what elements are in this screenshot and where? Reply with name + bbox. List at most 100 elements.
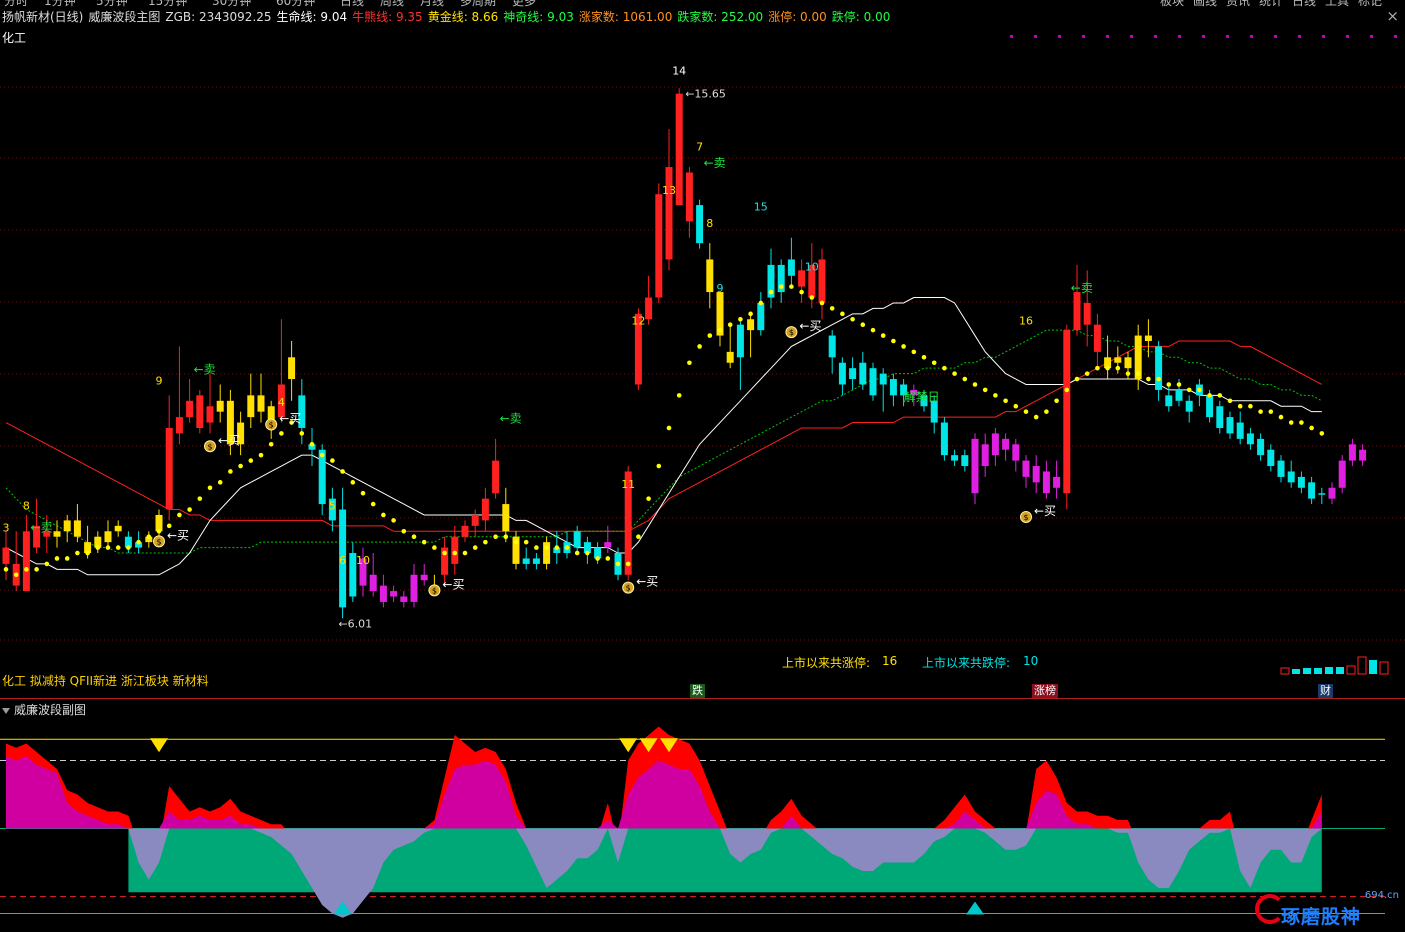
sell-signal: ←卖 — [194, 363, 216, 377]
main-price-chart[interactable]: 14389456 10111213789151016←15.65←6.01←卖←卖… — [0, 0, 1405, 700]
candle-body — [889, 379, 897, 396]
event-flag[interactable]: 财 — [1318, 684, 1333, 698]
sar-dot — [217, 480, 223, 485]
candle-body — [1114, 357, 1122, 363]
sar-dot — [493, 534, 498, 540]
candle-body — [1002, 438, 1010, 450]
sar-dot — [748, 311, 753, 317]
sar-dot — [931, 360, 937, 366]
event-flag[interactable]: 涨榜 — [1032, 684, 1058, 698]
candle-body — [175, 417, 183, 434]
buy-signal: ←买 — [799, 319, 821, 333]
marker-dot — [1010, 35, 1013, 38]
candle-body — [471, 514, 479, 526]
candle-body — [1012, 444, 1020, 461]
candle-body — [930, 400, 938, 423]
sar-dot — [554, 545, 560, 550]
candle-body — [1267, 449, 1275, 467]
candle-body — [675, 93, 683, 206]
candle-body — [73, 520, 81, 537]
sar-dot — [656, 463, 662, 469]
marker-dot — [1202, 35, 1205, 38]
sar-dot — [1054, 398, 1059, 404]
sar-dot — [1278, 414, 1284, 420]
wave-counter: 4 — [278, 396, 285, 409]
candle-body — [420, 574, 428, 581]
candle-body — [1185, 400, 1193, 412]
sar-dot — [24, 567, 29, 572]
sar-dot — [1268, 409, 1274, 414]
candle-body — [257, 395, 265, 412]
sar-dot — [972, 382, 978, 387]
sar-dot — [472, 545, 478, 550]
marker-dot — [1346, 35, 1349, 38]
sar-dot — [54, 556, 60, 561]
sar-dot — [809, 295, 815, 300]
sell-signal: ←卖 — [704, 156, 726, 170]
sar-dot — [829, 306, 835, 311]
sar-dot — [1023, 409, 1029, 414]
money-bag-glyph: $ — [432, 586, 437, 595]
candle-body — [1053, 476, 1061, 488]
candle-body — [655, 194, 663, 298]
sar-dot — [911, 349, 917, 355]
event-flag[interactable]: 跌 — [690, 684, 705, 698]
marker-dot — [1274, 35, 1277, 38]
sar-dot — [1105, 365, 1110, 371]
mini-bar — [1314, 668, 1322, 674]
wave-counter: 8 — [23, 500, 30, 513]
sar-dot — [595, 556, 600, 561]
sar-dot — [727, 322, 733, 327]
candle-body — [1022, 460, 1030, 477]
sar-dot — [1248, 403, 1253, 409]
sar-dot — [105, 545, 111, 550]
candle-body — [696, 205, 704, 244]
money-bag-glyph: $ — [1023, 513, 1028, 522]
watermark-text: 琢磨股神 — [1281, 906, 1362, 928]
sar-dot — [1197, 387, 1202, 393]
candle-body — [1073, 292, 1081, 331]
panel-divider[interactable] — [0, 698, 1405, 699]
sar-dot — [1115, 365, 1121, 371]
life-line — [5, 297, 1322, 576]
sar-dot — [360, 490, 366, 496]
sar-dot — [676, 393, 682, 398]
wave-counter: 5 — [329, 500, 336, 513]
marker-dot — [1082, 35, 1085, 38]
sar-dot — [177, 512, 182, 518]
candle-body — [1236, 422, 1244, 439]
sar-dot — [370, 501, 376, 507]
sar-dot — [340, 469, 345, 474]
marker-dot — [1250, 35, 1253, 38]
wave-counter: 15 — [754, 201, 768, 214]
marker-dot — [1322, 35, 1325, 38]
candle-body — [869, 368, 877, 396]
sar-dot — [1309, 425, 1314, 431]
wave-counter: 13 — [662, 184, 676, 197]
sub-indicator-chart[interactable] — [0, 710, 1405, 932]
candle-body — [502, 504, 510, 532]
candle-body — [1083, 302, 1091, 325]
sar-dot — [952, 371, 957, 376]
sar-dot — [738, 316, 743, 322]
limit-up-stat-value: 16 — [882, 654, 898, 668]
money-bag-glyph: $ — [207, 442, 212, 451]
sar-dot — [768, 289, 774, 295]
candle-body — [1359, 449, 1367, 461]
candle-body — [492, 460, 500, 494]
candle-body — [981, 444, 989, 467]
candle-body — [1246, 433, 1254, 445]
wave-counter: 10 — [356, 554, 370, 567]
candle-body — [818, 259, 826, 303]
sar-dot — [982, 387, 988, 393]
candle-body — [685, 172, 693, 222]
sar-dot — [993, 393, 998, 398]
candle-body — [1328, 487, 1336, 499]
wave-counter: 9 — [717, 282, 724, 295]
sar-dot — [901, 344, 906, 349]
sar-dot — [1044, 409, 1049, 414]
candle-body — [247, 395, 255, 418]
sar-dot — [85, 550, 90, 556]
mini-bar — [1336, 667, 1344, 674]
candle-body — [216, 400, 224, 412]
